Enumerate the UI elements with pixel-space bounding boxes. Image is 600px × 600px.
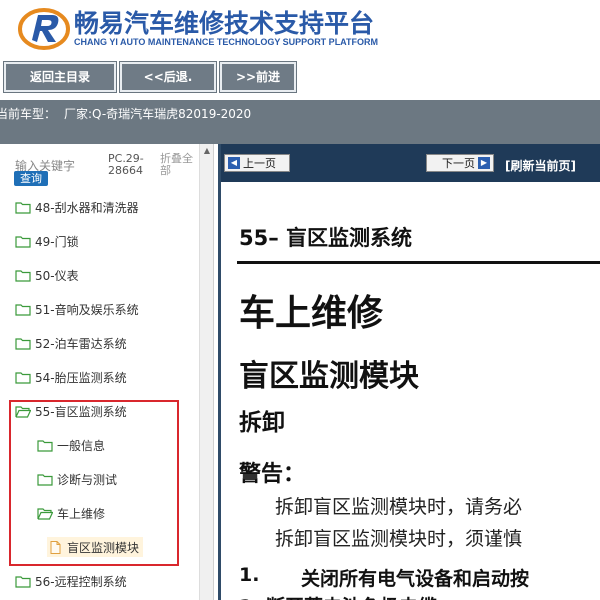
vehicle-label: 当前车型： xyxy=(0,107,57,121)
warning-title: 警告： xyxy=(239,462,306,487)
brand-title: 畅易汽车维修技术支持平台 xyxy=(74,9,375,38)
arrow-right-icon: ▶ xyxy=(478,157,490,169)
tree-item-50[interactable]: 50-仪表 xyxy=(15,265,79,285)
tree-item-51[interactable]: 51-音响及娱乐系统 xyxy=(15,299,139,319)
section-divider xyxy=(237,261,600,264)
heading-2: 盲区监测模块 xyxy=(239,359,419,394)
home-button[interactable]: 返回主目录 xyxy=(4,62,116,92)
folder-icon xyxy=(15,235,31,248)
step-number: 1. xyxy=(239,564,260,586)
brand-logo-icon xyxy=(18,8,70,50)
tree-item-label: 48-刮水器和清洗器 xyxy=(35,200,139,215)
document-toolbar: ◀ 上一页 下一页 ▶ [刷新当前页] xyxy=(221,144,600,182)
step-text: 2. 断开蓄电池负极电缆 xyxy=(239,592,437,600)
tree-item-52[interactable]: 52-泊车雷达系统 xyxy=(15,333,127,353)
folder-icon xyxy=(15,575,31,588)
prev-page-button[interactable]: ◀ 上一页 xyxy=(224,154,290,172)
pc-code: PC.29-28664 xyxy=(108,152,144,177)
scrollbar[interactable]: ▲ xyxy=(199,144,213,600)
tree-item-label: 56-远程控制系统 xyxy=(35,574,127,589)
warning-line: 拆卸盲区监测模块时，须谨慎 xyxy=(275,528,523,550)
tree-item-label: 50-仪表 xyxy=(35,268,79,283)
back-button[interactable]: <<后退. xyxy=(120,62,216,92)
collapse-all-button[interactable]: 折叠全部 xyxy=(160,153,200,177)
forward-button[interactable]: >>前进 xyxy=(220,62,296,92)
tree-item-label: 49-门锁 xyxy=(35,234,79,249)
step-text: 关闭所有电气设备和启动按 xyxy=(301,568,530,590)
tree-item-54[interactable]: 54-胎压监测系统 xyxy=(15,367,127,387)
section-title: 55– 盲区监测系统 xyxy=(239,226,413,250)
folder-icon xyxy=(15,337,31,350)
folder-icon xyxy=(15,371,31,384)
tree-item-label: 54-胎压监测系统 xyxy=(35,370,127,385)
folder-icon xyxy=(15,303,31,316)
tree-item-48[interactable]: 48-刮水器和清洗器 xyxy=(15,197,139,217)
header: 畅易汽车维修技术支持平台 CHANG YI AUTO MAINTENANCE T… xyxy=(0,0,600,54)
heading-1: 车上维修 xyxy=(239,293,384,334)
search-button[interactable]: 查询 xyxy=(14,171,48,186)
tree-item-49[interactable]: 49-门锁 xyxy=(15,231,79,251)
main-toolbar: 返回主目录 <<后退. >>前进 xyxy=(0,54,600,100)
tree-item-56[interactable]: 56-远程控制系统 xyxy=(15,571,127,591)
highlight-box xyxy=(9,400,179,566)
folder-icon xyxy=(15,269,31,282)
heading-3: 拆卸 xyxy=(239,410,285,436)
vehicle-bar: 当前车型： 厂家:Q-奇瑞汽车瑞虎82019-2020 xyxy=(0,100,600,144)
scroll-up-icon[interactable]: ▲ xyxy=(200,144,213,158)
next-page-button[interactable]: 下一页 ▶ xyxy=(426,154,494,172)
refresh-page-link[interactable]: [刷新当前页] xyxy=(505,157,576,174)
navigation-pane: 输入关键字 查询 PC.29-28664 折叠全部 48-刮水器和清洗器 49-… xyxy=(0,144,214,600)
next-page-label: 下一页 xyxy=(442,157,475,170)
tree-item-label: 52-泊车雷达系统 xyxy=(35,336,127,351)
vehicle-value: 厂家:Q-奇瑞汽车瑞虎82019-2020 xyxy=(64,107,252,121)
arrow-left-icon: ◀ xyxy=(228,157,240,169)
warning-line: 拆卸盲区监测模块时，请务必 xyxy=(275,496,523,518)
folder-icon xyxy=(15,201,31,214)
tree-item-label: 51-音响及娱乐系统 xyxy=(35,302,139,317)
document-pane: ◀ 上一页 下一页 ▶ [刷新当前页] 55– 盲区监测系统 车上维修 盲区监测… xyxy=(218,144,600,600)
brand-subtitle: CHANG YI AUTO MAINTENANCE TECHNOLOGY SUP… xyxy=(74,37,379,47)
prev-page-label: 上一页 xyxy=(243,157,276,170)
